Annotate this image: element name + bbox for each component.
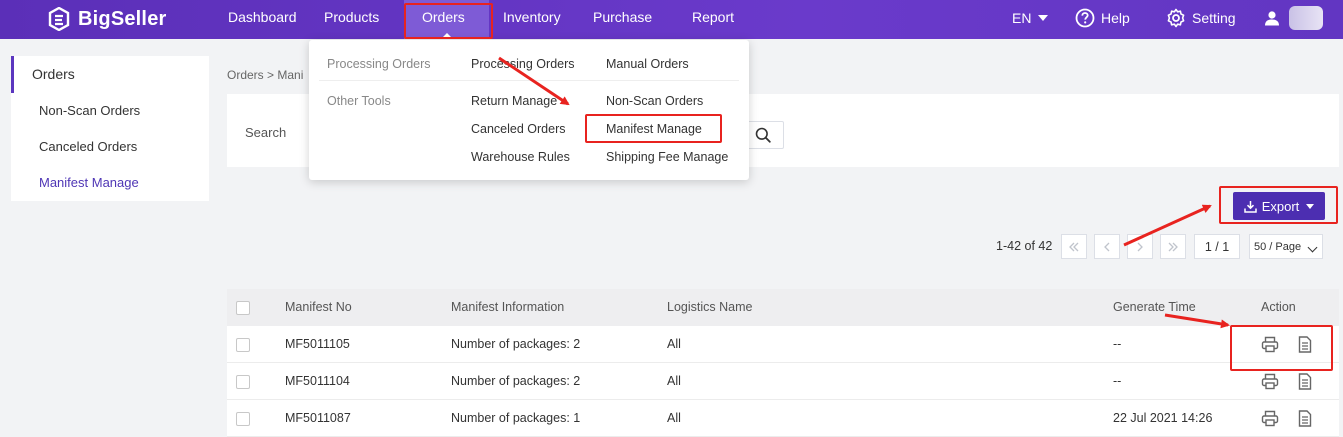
page-size-label: 50 / Page (1254, 240, 1302, 253)
table-row: MF5011087 Number of packages: 1 All 22 J… (227, 400, 1339, 437)
gear-icon (1167, 8, 1185, 27)
prev-page-button[interactable] (1094, 234, 1120, 259)
logistics-name: All (667, 337, 681, 351)
language-label: EN (1012, 9, 1032, 26)
dropdown-divider (319, 80, 739, 81)
manifest-info: Number of packages: 2 (451, 374, 581, 388)
nav-active-caret (440, 33, 453, 39)
help-link[interactable]: Help (1075, 0, 1130, 35)
menu-item-manual-orders[interactable]: Manual Orders (606, 57, 689, 71)
header-action: Action (1261, 300, 1296, 314)
chevron-right-icon (1137, 242, 1143, 251)
user-menu[interactable] (1264, 0, 1286, 35)
header-manifest-info: Manifest Information (451, 300, 565, 314)
manifest-table: Manifest No Manifest Information Logisti… (227, 289, 1339, 437)
detail-button[interactable] (1298, 363, 1312, 400)
download-icon (1243, 200, 1257, 213)
manifest-no: MF5011105 (285, 337, 350, 351)
menu-item-canceled-orders[interactable]: Canceled Orders (471, 122, 566, 136)
menu-item-return-manage[interactable]: Return Manage (471, 94, 557, 108)
language-selector[interactable]: EN (1012, 0, 1049, 35)
sidebar-item-non-scan-orders[interactable]: Non-Scan Orders (11, 93, 209, 129)
chevron-down-icon (1307, 242, 1318, 253)
first-page-button[interactable] (1061, 234, 1087, 259)
menu-item-non-scan-orders[interactable]: Non-Scan Orders (606, 94, 703, 108)
orders-dropdown-menu: Processing Orders Processing Orders Manu… (309, 40, 749, 180)
nav-report[interactable]: Report (692, 0, 734, 39)
menu-item-manifest-manage[interactable]: Manifest Manage (606, 122, 702, 136)
print-button[interactable] (1261, 326, 1279, 363)
menu-item-processing-orders[interactable]: Processing Orders (471, 57, 575, 71)
sidebar-item-canceled-orders[interactable]: Canceled Orders (11, 129, 209, 165)
document-icon (1298, 336, 1312, 353)
manifest-info: Number of packages: 1 (451, 411, 581, 425)
generate-time: 22 Jul 2021 14:26 (1113, 411, 1213, 425)
print-button[interactable] (1261, 400, 1279, 437)
top-nav: BigSeller Dashboard Products Orders Inve… (0, 0, 1343, 39)
manifest-info: Number of packages: 2 (451, 337, 581, 351)
table-row: MF5011104 Number of packages: 2 All -- (227, 363, 1339, 400)
menu-item-warehouse-rules[interactable]: Warehouse Rules (471, 150, 570, 164)
export-label: Export (1261, 198, 1300, 214)
logistics-name: All (667, 411, 681, 425)
header-generate-time: Generate Time (1113, 300, 1196, 314)
help-icon (1075, 8, 1095, 27)
nav-orders[interactable]: Orders (404, 0, 489, 39)
manifest-no: MF5011087 (285, 411, 351, 425)
nav-purchase[interactable]: Purchase (593, 0, 652, 39)
nav-products[interactable]: Products (324, 0, 379, 39)
row-checkbox[interactable] (236, 412, 250, 426)
help-label: Help (1101, 9, 1130, 26)
printer-icon (1261, 336, 1279, 353)
avatar[interactable] (1289, 6, 1323, 30)
caret-down-icon (1038, 14, 1049, 21)
nav-inventory[interactable]: Inventory (503, 0, 561, 39)
page-size-select[interactable]: 50 / Page (1249, 234, 1323, 259)
printer-icon (1261, 410, 1279, 427)
bigseller-logo-icon (48, 7, 70, 31)
printer-icon (1261, 373, 1279, 390)
breadcrumb: Orders > Mani (227, 68, 304, 82)
nav-dashboard[interactable]: Dashboard (228, 0, 297, 39)
caret-down-icon (1306, 203, 1315, 209)
last-page-button[interactable] (1160, 234, 1186, 259)
detail-button[interactable] (1298, 326, 1312, 363)
setting-link[interactable]: Setting (1166, 0, 1236, 35)
menu-item-shipping-fee-manage[interactable]: Shipping Fee Manage (606, 150, 728, 164)
export-button[interactable]: Export (1233, 192, 1325, 220)
dropdown-group-other-tools: Other Tools (327, 94, 391, 108)
brand-name: BigSeller (78, 7, 167, 30)
generate-time: -- (1113, 374, 1122, 388)
row-checkbox[interactable] (236, 338, 250, 352)
print-button[interactable] (1261, 363, 1279, 400)
double-chevron-right-icon (1168, 242, 1178, 251)
double-chevron-left-icon (1069, 242, 1079, 251)
header-logistics-name: Logistics Name (667, 300, 753, 314)
detail-button[interactable] (1298, 400, 1312, 437)
page-indicator[interactable]: 1 / 1 (1194, 234, 1240, 259)
generate-time: -- (1113, 337, 1122, 351)
chevron-left-icon (1104, 242, 1110, 251)
header-manifest-no: Manifest No (285, 300, 352, 314)
select-all-checkbox[interactable] (236, 301, 250, 315)
user-icon (1265, 10, 1279, 25)
table-header: Manifest No Manifest Information Logisti… (227, 289, 1339, 326)
document-icon (1298, 410, 1312, 427)
nav-orders-label: Orders (422, 9, 465, 25)
manifest-no: MF5011104 (285, 374, 350, 388)
row-checkbox[interactable] (236, 375, 250, 389)
dropdown-group-processing: Processing Orders (327, 57, 431, 71)
sidebar-item-manifest-manage[interactable]: Manifest Manage (11, 165, 209, 201)
logistics-name: All (667, 374, 681, 388)
pagination-total: 1-42 of 42 (996, 239, 1053, 253)
search-icon (755, 127, 771, 143)
sidebar-heading: Orders (11, 56, 209, 93)
document-icon (1298, 373, 1312, 390)
sidebar: Orders Non-Scan Orders Canceled Orders M… (11, 56, 209, 201)
brand-logo[interactable]: BigSeller (48, 5, 167, 33)
next-page-button[interactable] (1127, 234, 1153, 259)
table-row: MF5011105 Number of packages: 2 All -- (227, 326, 1339, 363)
search-label: Search (245, 125, 287, 140)
setting-label: Setting (1192, 9, 1236, 26)
